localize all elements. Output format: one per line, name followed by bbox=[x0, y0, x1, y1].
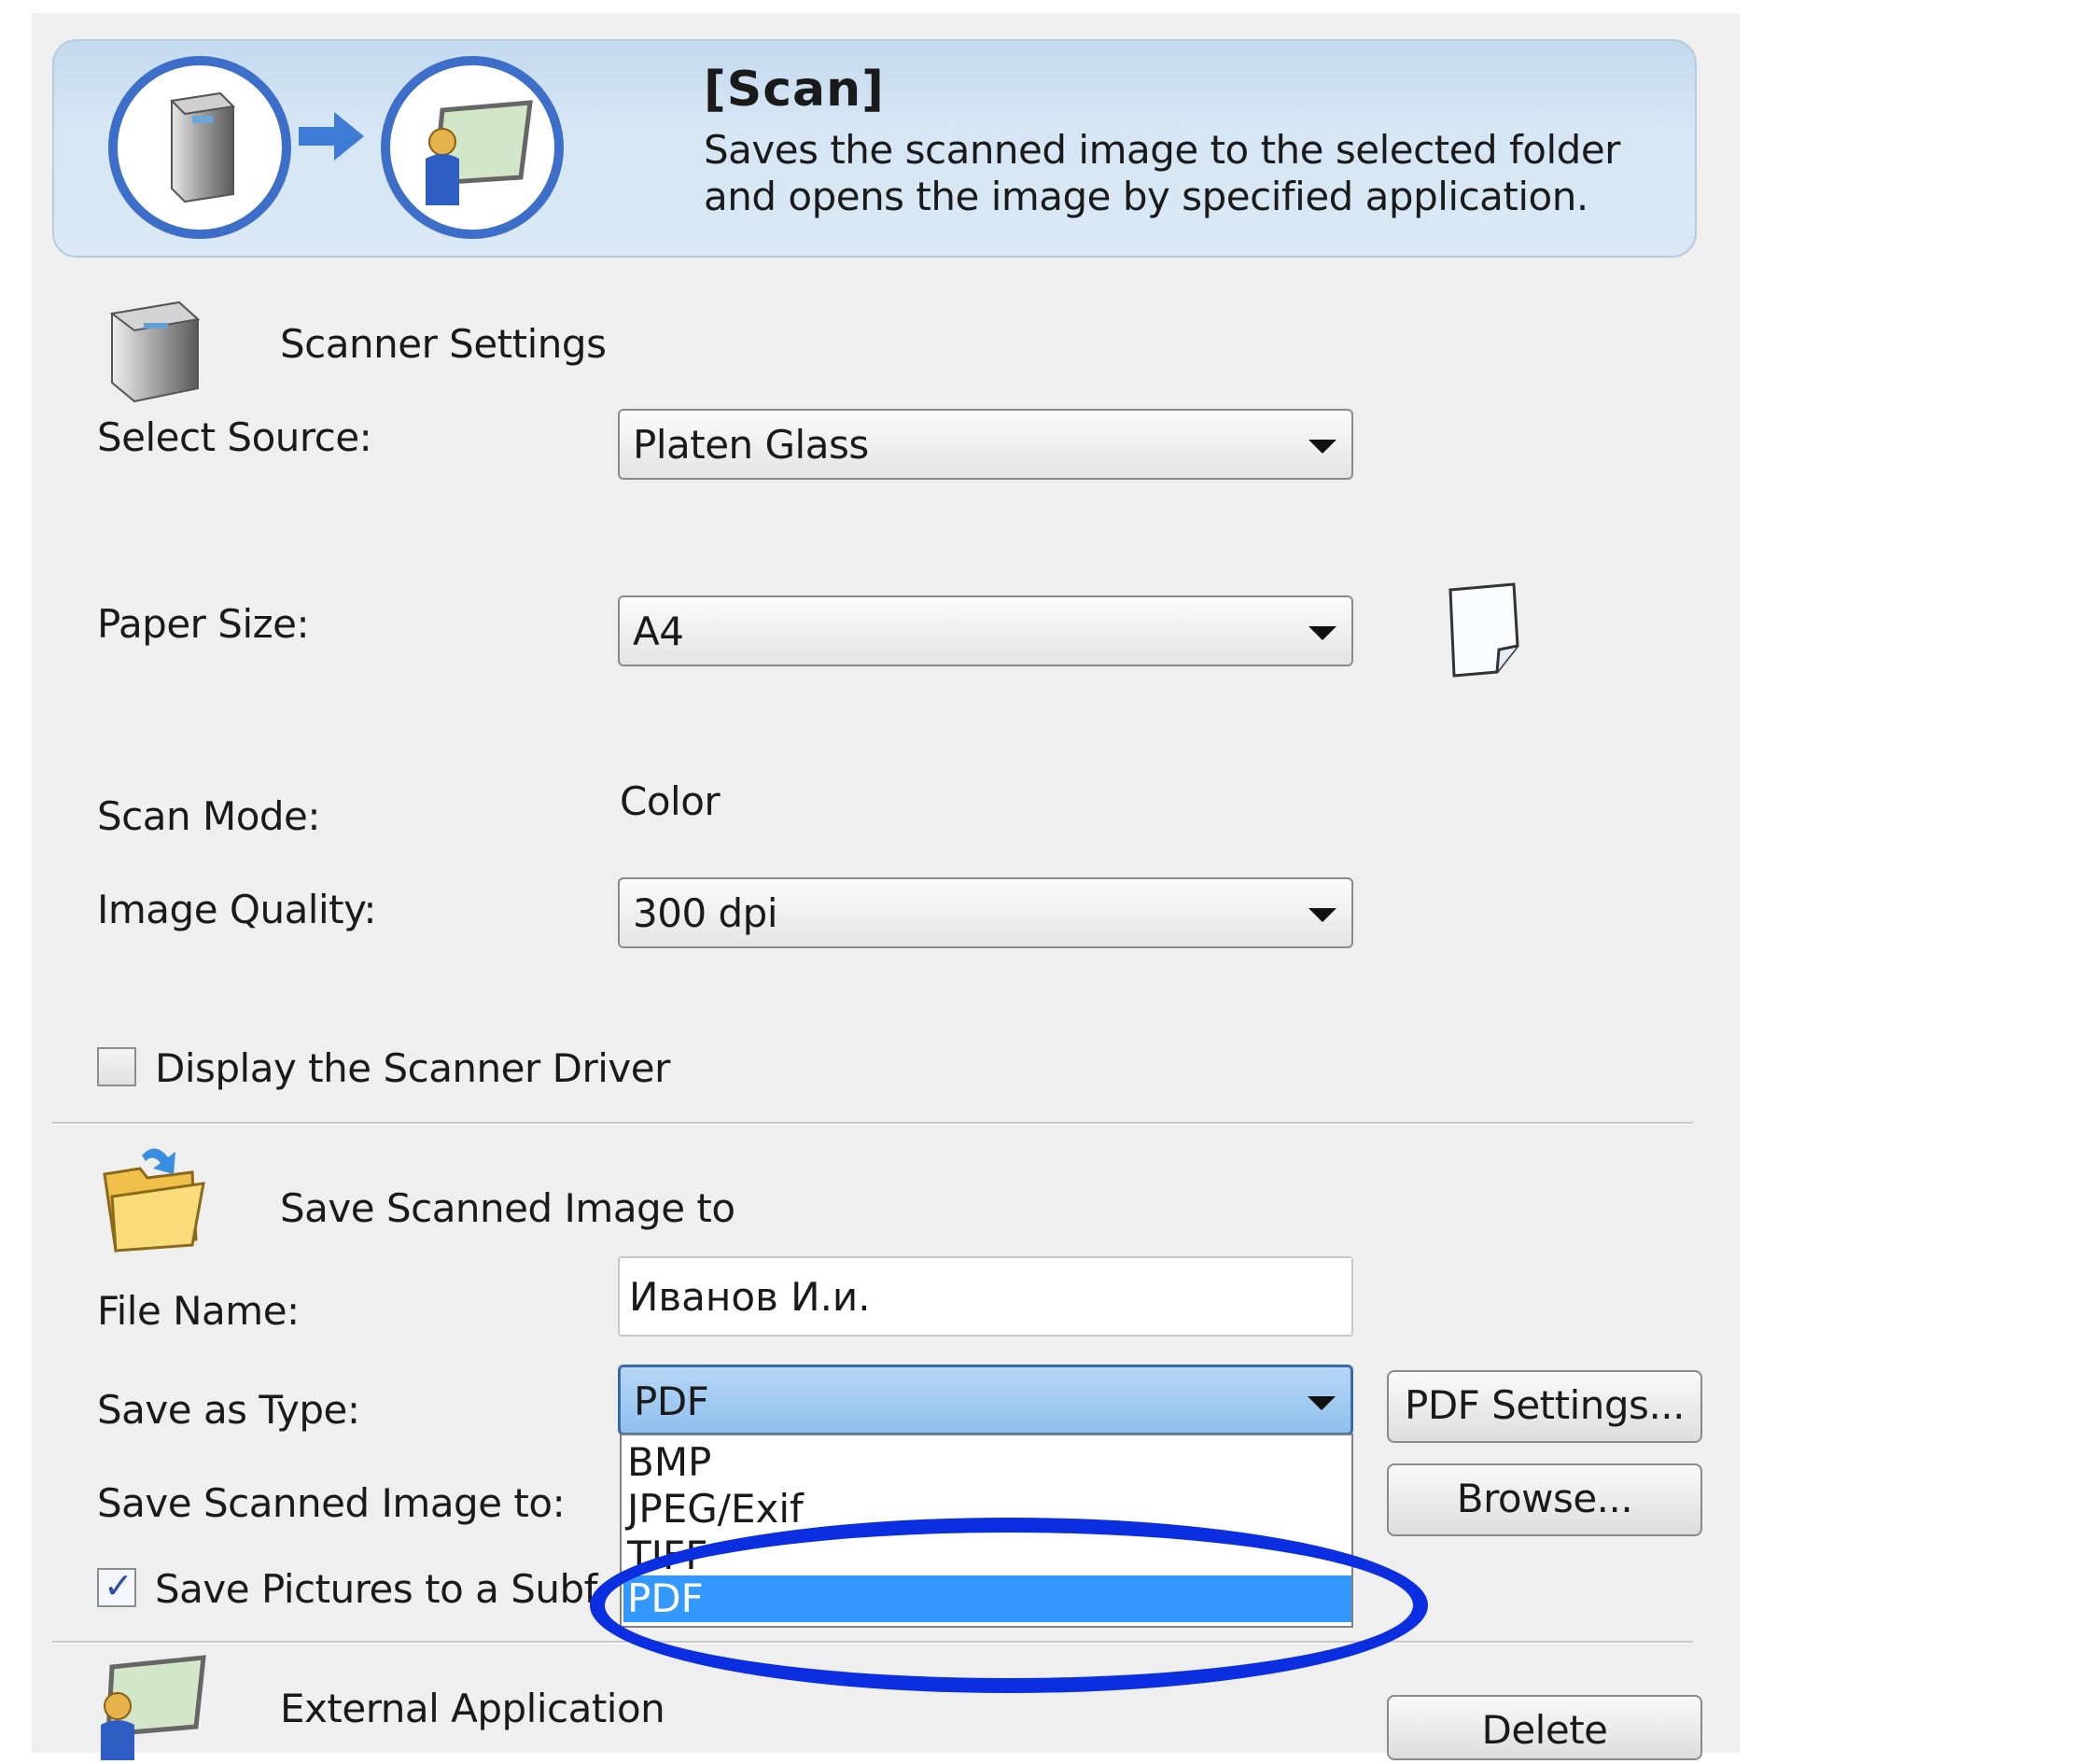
paper-page-icon bbox=[1443, 581, 1527, 687]
image-quality-combobox[interactable]: 300 dpi bbox=[618, 877, 1353, 948]
save-to-subfolder-label: Save Pictures to a Subf bbox=[155, 1566, 597, 1612]
chevron-down-icon bbox=[1308, 1396, 1336, 1410]
scan-settings-panel: [Scan] Saves the scanned image to the se… bbox=[32, 13, 1740, 1760]
scan-mode-label: Scan Mode: bbox=[97, 793, 321, 839]
banner-description-line2: and opens the image by specified applica… bbox=[704, 174, 1588, 219]
checkmark-icon: ✓ bbox=[104, 1565, 133, 1606]
application-ring-icon bbox=[381, 56, 564, 239]
image-quality-label: Image Quality: bbox=[97, 887, 377, 932]
save-scanned-image-to-label: Save Scanned Image to: bbox=[97, 1480, 566, 1526]
scanner-icon bbox=[106, 286, 209, 411]
delete-button[interactable]: Delete bbox=[1387, 1695, 1702, 1760]
paper-size-combobox[interactable]: A4 bbox=[618, 595, 1353, 666]
select-source-value: Platen Glass bbox=[633, 422, 869, 468]
chevron-down-icon bbox=[1308, 440, 1336, 454]
file-name-input[interactable] bbox=[620, 1258, 1370, 1335]
save-as-type-value: PDF bbox=[634, 1379, 709, 1424]
paper-size-label: Paper Size: bbox=[97, 601, 310, 647]
select-source-combobox[interactable]: Platen Glass bbox=[618, 409, 1353, 480]
banner-title: [Scan] bbox=[704, 62, 885, 118]
display-scanner-driver-checkbox[interactable] bbox=[97, 1047, 136, 1086]
pdf-settings-button[interactable]: PDF Settings... bbox=[1387, 1370, 1702, 1443]
chevron-down-icon bbox=[1308, 908, 1336, 922]
save-to-subfolder-checkbox[interactable]: ✓ bbox=[97, 1565, 136, 1607]
browse-button[interactable]: Browse... bbox=[1387, 1463, 1702, 1536]
external-application-title: External Application bbox=[280, 1686, 665, 1731]
banner-description-line1: Saves the scanned image to the selected … bbox=[704, 127, 1620, 173]
type-option-bmp[interactable]: BMP bbox=[627, 1439, 1346, 1486]
save-as-type-label: Save as Type: bbox=[97, 1387, 360, 1433]
scan-header-banner: [Scan] Saves the scanned image to the se… bbox=[52, 39, 1697, 258]
scanner-ring-icon bbox=[108, 56, 291, 239]
banner-description: Saves the scanned image to the selected … bbox=[704, 127, 1637, 220]
file-name-field-wrapper bbox=[618, 1256, 1370, 1337]
file-name-label: File Name: bbox=[97, 1288, 300, 1334]
image-quality-value: 300 dpi bbox=[633, 890, 778, 936]
scanner-settings-title: Scanner Settings bbox=[280, 321, 607, 367]
select-source-label: Select Source: bbox=[97, 414, 372, 460]
save-section-title: Save Scanned Image to bbox=[280, 1185, 735, 1231]
highlight-annotation-ellipse bbox=[590, 1518, 1428, 1693]
folder-icon bbox=[99, 1137, 211, 1262]
scan-mode-value: Color bbox=[620, 778, 721, 824]
display-scanner-driver-label: Display the Scanner Driver bbox=[155, 1045, 670, 1091]
arrow-right-icon bbox=[299, 108, 366, 168]
paper-size-value: A4 bbox=[633, 609, 684, 654]
external-application-icon bbox=[93, 1648, 215, 1764]
section-divider bbox=[52, 1122, 1693, 1125]
chevron-down-icon bbox=[1308, 626, 1336, 640]
save-as-type-combobox[interactable]: PDF bbox=[618, 1365, 1353, 1435]
